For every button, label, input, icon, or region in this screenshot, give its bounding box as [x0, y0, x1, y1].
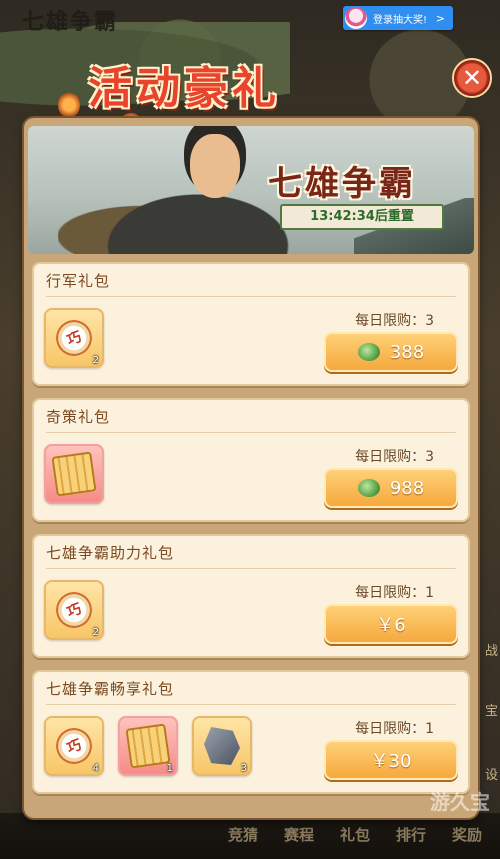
tab-ranking[interactable]: 排行 — [396, 824, 426, 845]
game-title: 七雄争霸 — [22, 10, 119, 35]
divider — [46, 432, 456, 433]
dialog-title: 活动豪礼 — [88, 63, 280, 114]
gift-name: 行军礼包 — [46, 272, 111, 290]
item-count: 3 — [240, 763, 247, 774]
gift-item[interactable]: 1 — [118, 716, 178, 776]
side-button-battle[interactable]: 战 — [485, 640, 498, 659]
buy-button[interactable]: 388 — [324, 332, 458, 372]
tab-guess[interactable]: 竞猜 — [228, 824, 258, 845]
hero-face — [190, 134, 240, 198]
close-button[interactable]: ✕ — [452, 58, 492, 98]
daily-limit: 每日限购：1 — [355, 721, 434, 737]
gift-card: 行军礼包 巧 2 每日限购：3 388 — [32, 262, 470, 386]
side-button-treasure[interactable]: 宝 — [485, 700, 498, 719]
divider — [46, 568, 456, 569]
reset-timer: 13:42:34后重置 — [280, 204, 444, 230]
book-icon — [51, 451, 97, 497]
scroll-icon: 巧 — [49, 313, 99, 363]
tab-rewards[interactable]: 奖励 — [452, 824, 482, 845]
gift-name: 七雄争霸助力礼包 — [46, 544, 175, 562]
gift-item[interactable]: 巧 2 — [44, 580, 104, 640]
gift-item[interactable]: 3 — [192, 716, 252, 776]
avatar — [345, 7, 367, 29]
gift-name: 奇策礼包 — [46, 408, 111, 426]
jade-currency-icon — [357, 479, 380, 497]
price: 988 — [389, 477, 425, 499]
close-icon: ✕ — [461, 64, 483, 92]
banner-title: 七雄争霸 — [268, 164, 416, 204]
event-banner: 七雄争霸 13:42:34后重置 — [28, 126, 474, 254]
gift-item[interactable]: 巧 2 — [44, 308, 104, 368]
ore-icon — [204, 727, 240, 765]
jade-currency-icon — [357, 343, 380, 361]
buy-button[interactable]: 988 — [324, 468, 458, 508]
gift-item[interactable]: 巧 4 — [44, 716, 104, 776]
chevron-right-icon: > — [435, 11, 445, 25]
price: 388 — [389, 341, 425, 363]
scroll-icon: 巧 — [49, 721, 99, 771]
price: ￥30 — [370, 751, 412, 772]
gift-name: 七雄争霸畅享礼包 — [46, 680, 175, 698]
daily-limit: 每日限购：1 — [355, 585, 434, 601]
item-count: 4 — [92, 763, 99, 774]
login-lottery-banner[interactable]: 登录抽大奖! > — [343, 6, 453, 30]
daily-limit: 每日限购：3 — [355, 449, 434, 465]
book-icon — [125, 723, 171, 769]
gift-card: 奇策礼包 每日限购：3 988 — [32, 398, 470, 522]
item-count: 1 — [166, 763, 173, 774]
tab-schedule[interactable]: 赛程 — [284, 824, 314, 845]
price: ￥6 — [376, 615, 406, 636]
gift-item[interactable] — [44, 444, 104, 504]
item-count: 2 — [92, 627, 99, 638]
divider — [46, 296, 456, 297]
item-count: 2 — [92, 355, 99, 366]
buy-button[interactable]: ￥30 — [324, 740, 458, 780]
bottom-tab-bar: 竞猜 赛程 礼包 排行 奖励 — [0, 813, 500, 859]
daily-limit: 每日限购：3 — [355, 313, 434, 329]
tab-gifts[interactable]: 礼包 — [340, 824, 370, 845]
divider — [46, 704, 456, 705]
buy-button[interactable]: ￥6 — [324, 604, 458, 644]
side-button-settings[interactable]: 设 — [485, 764, 498, 783]
gift-card: 七雄争霸助力礼包 巧 2 每日限购：1 ￥6 — [32, 534, 470, 658]
lantern-icon — [58, 92, 80, 118]
gift-card: 七雄争霸畅享礼包 巧 4 1 3 每日限购：1 ￥30 — [32, 670, 470, 794]
watermark: 游久宝 — [430, 790, 490, 814]
scroll-icon: 巧 — [49, 585, 99, 635]
notification-text: 登录抽大奖! — [373, 14, 428, 26]
